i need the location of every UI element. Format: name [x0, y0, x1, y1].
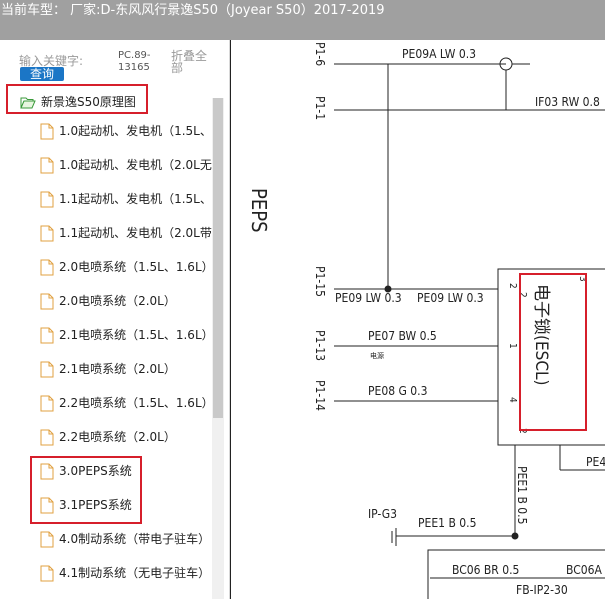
tree-root-item[interactable]: 新景逸S50原理图 — [6, 84, 148, 114]
tree-item[interactable]: 1.1起动机、发电机（2.0L带 — [40, 224, 220, 244]
tree-item-label: 2.0电喷系统（2.0L） — [59, 294, 176, 308]
tree-root-label: 新景逸S50原理图 — [41, 95, 136, 109]
tree-item[interactable]: 1.1起动机、发电机（1.5L、 — [40, 190, 220, 210]
tree-item[interactable]: 4.0制动系统（带电子驻车） — [40, 530, 220, 550]
title-bar: 当前车型： 厂家:D-东风风行景逸S50（Joyear S50）2017-201… — [0, 0, 605, 40]
tree-item-label: 4.0制动系统（带电子驻车） — [59, 532, 211, 546]
wire-label: PEE1 B 0.5 — [515, 466, 529, 524]
search-row: 输入关键字: PC.89-13165 折叠全部 查询 — [0, 40, 229, 84]
small-label: 电源 — [370, 351, 384, 360]
pin-number: 2 — [507, 283, 518, 289]
tree-item-label: 1.1起动机、发电机（1.5L、 — [59, 192, 212, 206]
document-icon — [40, 293, 54, 314]
collapse-all-button[interactable]: 折叠全部 — [171, 50, 211, 74]
tree-scrollbar[interactable] — [212, 98, 224, 599]
query-button[interactable]: 查询 — [20, 67, 64, 81]
escl-label: 电子锁(ESCL) — [531, 284, 551, 386]
tree-item-label: 4.1制动系统（无电子驻车） — [59, 566, 211, 580]
document-icon — [40, 565, 54, 586]
pin-label: P1-13 — [313, 330, 327, 361]
document-icon — [40, 361, 54, 382]
document-icon — [40, 327, 54, 348]
peps-highlight-box — [30, 456, 142, 524]
tree-item[interactable]: 2.0电喷系统（2.0L） — [40, 292, 220, 312]
schematic-viewer[interactable]: P1-6 P1-1 P1-15 P1-13 P1-14 PEPS PE09A L… — [230, 40, 605, 599]
wire-label: PE07 BW 0.5 — [368, 329, 437, 343]
tree-item-label: 2.0电喷系统（1.5L、1.6L） — [59, 260, 214, 274]
wire-label: IF03 RW 0.8 — [535, 95, 600, 109]
pin-number: 2 — [517, 292, 528, 298]
wire-label: BC06 BR 0.5 — [452, 563, 519, 577]
document-icon — [40, 157, 54, 178]
wire-label: PE09A LW 0.3 — [402, 47, 476, 61]
tree-item-label: 2.2电喷系统（1.5L、1.6L） — [59, 396, 214, 410]
wire-label: FB-IP2-30 — [516, 583, 568, 597]
tree-item[interactable]: 2.2电喷系统（2.0L） — [40, 428, 220, 448]
search-input[interactable]: PC.89-13165 — [118, 50, 164, 78]
document-icon — [40, 225, 54, 246]
document-icon — [40, 259, 54, 280]
document-icon — [40, 531, 54, 552]
ground-label: IP-G3 — [368, 507, 397, 521]
document-icon — [40, 123, 54, 144]
tree-item-label: 1.0起动机、发电机（1.5L、 — [59, 124, 212, 138]
pin-number: 4 — [507, 397, 518, 403]
document-icon — [40, 429, 54, 450]
current-model-title: 当前车型： 厂家:D-东风风行景逸S50（Joyear S50）2017-201… — [1, 3, 385, 18]
pin-label: P1-6 — [313, 42, 327, 66]
scrollbar-thumb[interactable] — [213, 98, 223, 418]
tree-item[interactable]: 4.1制动系统（无电子驻车） — [40, 564, 220, 584]
pin-label: P1-15 — [313, 266, 327, 297]
wiring-diagram: P1-6 P1-1 P1-15 P1-13 P1-14 PEPS PE09A L… — [230, 40, 605, 599]
wire-label: PE4 — [586, 455, 605, 469]
tree-item[interactable]: 2.2电喷系统（1.5L、1.6L） — [40, 394, 220, 414]
document-icon — [40, 395, 54, 416]
wire-label: PEE1 B 0.5 — [418, 516, 476, 530]
peps-module-label: PEPS — [247, 188, 271, 233]
tree-item[interactable]: 2.1电喷系统（1.5L、1.6L） — [40, 326, 220, 346]
escl-highlight-box — [519, 273, 587, 431]
sidebar: 输入关键字: PC.89-13165 折叠全部 查询 新景逸S50原理图 1.0… — [0, 40, 230, 599]
tree-item-label: 2.2电喷系统（2.0L） — [59, 430, 176, 444]
wire-label: PE09 LW 0.3 — [335, 291, 402, 305]
document-icon — [40, 191, 54, 212]
open-folder-icon — [20, 94, 36, 113]
pin-label: P1-14 — [313, 380, 327, 411]
tree-item-label: 1.0起动机、发电机（2.0L无 — [59, 158, 212, 172]
wire-label: PE08 G 0.3 — [368, 384, 427, 398]
pin-number: 1 — [507, 343, 518, 349]
tree-item[interactable]: 1.0起动机、发电机（2.0L无 — [40, 156, 220, 176]
tree-item-label: 1.1起动机、发电机（2.0L带 — [59, 226, 212, 240]
tree-item-label: 2.1电喷系统（1.5L、1.6L） — [59, 328, 214, 342]
wire-label: BC06A — [566, 563, 602, 577]
tree-item-label: 2.1电喷系统（2.0L） — [59, 362, 176, 376]
search-label: 输入关键字: — [19, 54, 84, 68]
wire-label: PE09 LW 0.3 — [417, 291, 484, 305]
tree-item[interactable]: 1.0起动机、发电机（1.5L、 — [40, 122, 220, 142]
tree-item[interactable]: 2.0电喷系统（1.5L、1.6L） — [40, 258, 220, 278]
pin-label: P1-1 — [313, 96, 327, 120]
tree-item[interactable]: 2.1电喷系统（2.0L） — [40, 360, 220, 380]
